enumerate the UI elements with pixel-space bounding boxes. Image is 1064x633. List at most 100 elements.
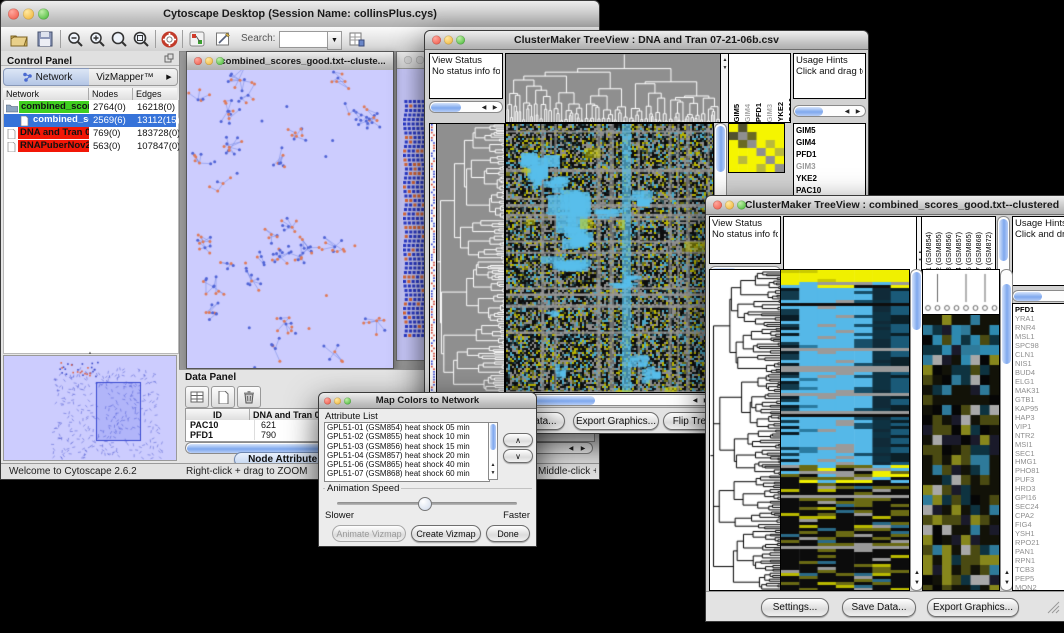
export-graphics-button[interactable]: Export Graphics... [573,412,659,430]
attribute-item[interactable]: GPL51-04 (GSM857) heat shock 20 min [325,451,489,460]
help-lifebuoy-icon[interactable] [159,30,179,48]
network-overview[interactable] [3,355,177,461]
network-table-header[interactable]: Network Nodes Edges [3,88,177,100]
attribute-table-select-icon[interactable] [185,386,209,408]
gene-item[interactable]: YSH1 [1013,529,1064,538]
gene-item[interactable]: MSL1 [1013,332,1064,341]
column-dendrogram-canvas[interactable] [506,54,720,122]
close-icon[interactable] [324,397,331,404]
float-panel-icon[interactable] [163,52,175,64]
animate-vizmap-button[interactable]: Animate Vizmap [332,525,406,542]
tab-network[interactable]: Network [3,68,91,86]
zoom-heatmap[interactable] [922,314,1000,591]
heatmap[interactable] [505,123,714,393]
zoom-selected-icon[interactable] [131,30,151,48]
gene-list-panel[interactable]: PFD1YRA1RNR4MSL1SPC98CLN1NIS1BUD4ELG1MAK… [1012,303,1064,591]
zoom-out-icon[interactable] [65,30,85,48]
minimize-icon[interactable] [444,36,453,45]
usage-hints-hscrollbar[interactable] [1012,290,1064,302]
speed-slider-thumb[interactable] [418,497,432,511]
gene-item[interactable]: GIM5 [794,125,865,137]
gene-item[interactable]: MSI1 [1013,440,1064,449]
minimize-icon[interactable] [725,201,734,210]
close-icon[interactable] [432,36,441,45]
vizmap-icon[interactable] [187,30,207,48]
gene-item[interactable]: PFD1 [794,149,865,161]
gene-item[interactable]: SEC24 [1013,502,1064,511]
save-data-button[interactable]: Save Data... [842,598,916,617]
attribute-table-icon[interactable] [347,30,367,48]
row-dendrogram[interactable] [709,269,781,591]
gene-item[interactable]: YRA1 [1013,314,1064,323]
close-icon[interactable] [404,56,412,64]
minimize-icon[interactable] [205,57,213,65]
column-labels-panel[interactable]: GIM5 GIM4 PFD1 GIM3 YKE2 PAC10 [728,53,791,123]
scroll-up-icon[interactable]: ▲ [1002,568,1012,578]
gene-item[interactable]: YKE2 [794,173,865,185]
gene-item[interactable]: TCB3 [1013,565,1064,574]
gene-item[interactable]: GIM3 [794,161,865,173]
scroll-thumb[interactable] [490,424,496,450]
scroll-up-icon[interactable]: ▲ [912,568,922,578]
heatmap-canvas[interactable] [506,124,713,392]
id-column-header[interactable]: ID [186,409,250,420]
gene-item[interactable]: PEP5 [1013,574,1064,583]
minimize-icon[interactable] [334,397,341,404]
scroll-thumb[interactable] [912,272,921,330]
scroll-down-icon[interactable]: ▼ [912,578,922,588]
scroll-right-icon[interactable]: ▶ [853,107,863,117]
treeview1-titlebar[interactable]: ClusterMaker TreeView : DNA and Tran 07-… [425,31,868,50]
zoom-heatmap-canvas[interactable] [923,315,999,590]
open-folder-icon[interactable] [9,30,29,48]
gene-item[interactable]: HAP3 [1013,413,1064,422]
treeview2-titlebar[interactable]: ClusterMaker TreeView : combined_scores_… [706,196,1064,215]
col-nodes[interactable]: Nodes [89,88,133,100]
gene-item[interactable]: KAP95 [1013,404,1064,413]
scroll-left-icon[interactable]: ◀ [690,396,700,406]
zoom-window-icon[interactable] [38,9,49,20]
gene-item[interactable]: NIS1 [1013,359,1064,368]
gene-item[interactable]: NTR2 [1013,431,1064,440]
create-vizmap-button[interactable]: Create Vizmap [411,525,481,542]
heatmap-canvas[interactable] [781,270,909,590]
gene-item[interactable]: HRD3 [1013,484,1064,493]
network-row-combined-scores[interactable]: combined_scores_ 2764(0) 16218(0) [4,101,176,114]
gene-item[interactable]: RPO21 [1013,538,1064,547]
row-dendrogram-canvas[interactable] [437,124,504,392]
attribute-item[interactable]: GPL51-07 (GSM868) heat shock 60 min [325,469,489,478]
gene-item[interactable]: HMG1 [1013,457,1064,466]
scroll-down-icon[interactable]: ▼ [488,468,498,478]
scroll-thumb[interactable] [1014,292,1042,301]
zoom-in-icon[interactable] [87,30,107,48]
attribute-list[interactable]: GPL51-01 (GSM854) heat shock 05 minGPL51… [324,422,490,482]
search-input[interactable] [279,31,329,48]
scroll-thumb[interactable] [716,126,725,172]
dialog-titlebar[interactable]: Map Colors to Network [319,393,536,409]
gene-item[interactable]: PFD1 [1013,305,1064,314]
minimize-icon[interactable] [23,9,34,20]
network-graph-canvas[interactable] [187,70,393,368]
close-icon[interactable] [194,57,202,65]
gene-item[interactable]: FIG4 [1013,520,1064,529]
attribute-item[interactable]: GPL51-02 (GSM855) heat shock 10 min [325,432,489,441]
attribute-item[interactable]: GPL51-06 (GSM865) heat shock 40 min [325,460,489,469]
gene-list-panel[interactable]: GIM5 GIM4 PFD1 GIM3 YKE2 PAC10 [793,123,866,199]
scroll-thumb[interactable] [1002,284,1011,364]
export-graphics-button[interactable]: Export Graphics... [927,598,1019,617]
network-row-dna-tran[interactable]: DNA and Tran 07 769(0) 183728(0) [4,127,176,140]
attribute-list-vscrollbar[interactable]: ▲ ▼ [488,422,498,480]
column-dendrogram[interactable] [505,53,721,123]
window-controls[interactable] [8,9,49,20]
close-icon[interactable] [713,201,722,210]
move-up-button[interactable]: ∧ [503,433,533,447]
scroll-left-icon[interactable]: ◀ [566,444,576,454]
delete-attribute-trash-icon[interactable] [237,386,261,408]
close-icon[interactable] [8,9,19,20]
zoom-window-icon[interactable] [216,57,224,65]
row-dendrogram[interactable] [436,123,505,393]
annotation-icon[interactable] [213,30,233,48]
scroll-down-icon[interactable]: ▼ [1002,578,1012,588]
gene-item[interactable]: MAK31 [1013,386,1064,395]
gene-item[interactable]: MON2 [1013,583,1064,591]
done-button[interactable]: Done [486,525,530,542]
